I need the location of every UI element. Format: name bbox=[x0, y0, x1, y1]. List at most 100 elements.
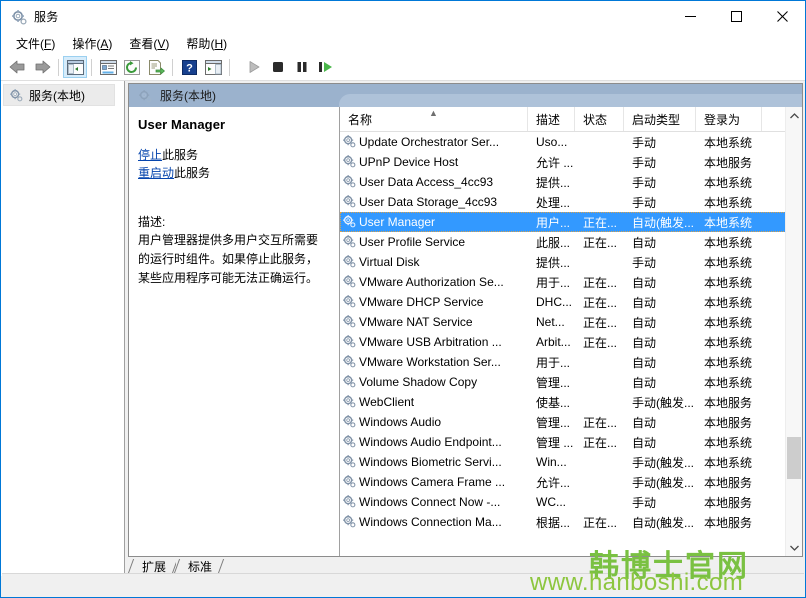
column-header-logon-as[interactable]: 登录为 bbox=[696, 107, 762, 131]
scroll-down-arrow-icon[interactable] bbox=[786, 539, 802, 556]
table-row[interactable]: Windows Connection Ma...根据...正在...自动(触发.… bbox=[340, 512, 802, 532]
table-row[interactable]: Virtual Disk提供...手动本地系统 bbox=[340, 252, 802, 272]
table-row[interactable]: User Profile Service此服...正在...自动本地系统 bbox=[340, 232, 802, 252]
close-button[interactable] bbox=[759, 1, 805, 32]
maximize-button[interactable] bbox=[713, 1, 759, 32]
table-row[interactable]: VMware Authorization Se...用于...正在...自动本地… bbox=[340, 272, 802, 292]
menu-action-label: 操作 bbox=[72, 37, 96, 51]
table-row[interactable]: Windows Audio管理...正在...自动本地服务 bbox=[340, 412, 802, 432]
cell-service-name: WebClient bbox=[340, 392, 528, 412]
services-gear-icon bbox=[342, 374, 356, 391]
cell-startup-type: 自动 bbox=[624, 292, 696, 312]
minimize-button[interactable] bbox=[667, 1, 713, 32]
cell-startup-type: 手动(触发... bbox=[624, 452, 696, 472]
menu-action[interactable]: 操作(A) bbox=[64, 33, 121, 54]
cell-logon-as: 本地服务 bbox=[696, 392, 762, 412]
cell-description: 处理... bbox=[528, 192, 575, 212]
cell-startup-type: 手动 bbox=[624, 492, 696, 512]
toolbar-separator-4 bbox=[229, 59, 230, 76]
table-row[interactable]: Windows Biometric Servi...Win...手动(触发...… bbox=[340, 452, 802, 472]
description-text: 用户管理器提供多用户交互所需要的运行时组件。如果停止此服务，某些应用程序可能无法… bbox=[138, 231, 329, 288]
cell-service-name: Virtual Disk bbox=[340, 252, 528, 272]
cell-status: 正在... bbox=[575, 332, 624, 352]
column-header-description[interactable]: 描述 bbox=[528, 107, 575, 131]
column-header-status[interactable]: 状态 bbox=[575, 107, 624, 131]
sort-ascending-icon: ▲ bbox=[429, 108, 438, 118]
service-name-label: VMware USB Arbitration ... bbox=[359, 335, 502, 349]
scrollbar-thumb[interactable] bbox=[787, 437, 801, 479]
scroll-up-arrow-icon[interactable] bbox=[786, 107, 802, 124]
cell-service-name: VMware Authorization Se... bbox=[340, 272, 528, 292]
list-vertical-scrollbar[interactable] bbox=[785, 107, 802, 556]
cell-startup-type: 手动 bbox=[624, 132, 696, 152]
action-pane-button[interactable] bbox=[201, 56, 225, 78]
restart-service-line: 重启动此服务 bbox=[138, 164, 329, 182]
service-name-label: Volume Shadow Copy bbox=[359, 375, 477, 389]
table-row[interactable]: Windows Camera Frame ...允许...手动(触发...本地服… bbox=[340, 472, 802, 492]
show-console-tree-icon-button[interactable] bbox=[63, 56, 87, 78]
services-gear-icon bbox=[342, 334, 356, 351]
list-column-headers: 名称 ▲ 描述 状态 启动类型 登录为 bbox=[340, 107, 802, 132]
column-header-name[interactable]: 名称 ▲ bbox=[340, 107, 528, 131]
cell-description: 使基... bbox=[528, 392, 575, 412]
menu-help[interactable]: 帮助(H) bbox=[178, 33, 236, 54]
cell-description: 此服... bbox=[528, 232, 575, 252]
help-question-icon-button[interactable]: ? bbox=[177, 56, 201, 78]
cell-startup-type: 自动 bbox=[624, 332, 696, 352]
table-row[interactable]: User Data Access_4cc93提供...手动本地系统 bbox=[340, 172, 802, 192]
services-gear-icon bbox=[342, 414, 356, 431]
cell-description: Net... bbox=[528, 312, 575, 332]
start-service-button[interactable] bbox=[242, 56, 266, 78]
menu-view-label: 查看 bbox=[129, 37, 153, 51]
table-row[interactable]: VMware Workstation Ser...用于...自动本地系统 bbox=[340, 352, 802, 372]
stop-service-button[interactable] bbox=[266, 56, 290, 78]
cell-service-name: Windows Camera Frame ... bbox=[340, 472, 528, 492]
results-pane-header: 服务(本地) bbox=[129, 84, 802, 107]
tab-standard-label: 标准 bbox=[188, 560, 212, 574]
cell-service-name: VMware NAT Service bbox=[340, 312, 528, 332]
cell-status: 正在... bbox=[575, 412, 624, 432]
cell-status bbox=[575, 492, 624, 512]
table-row[interactable]: VMware USB Arbitration ...Arbit...正在...自… bbox=[340, 332, 802, 352]
menu-view-accel: V bbox=[157, 37, 165, 51]
cell-description: 允许 ... bbox=[528, 152, 575, 172]
restart-service-link[interactable]: 重启动 bbox=[138, 166, 174, 180]
pause-service-button[interactable] bbox=[290, 56, 314, 78]
cell-status: 正在... bbox=[575, 312, 624, 332]
table-row[interactable]: Update Orchestrator Ser...Uso...手动本地系统 bbox=[340, 132, 802, 152]
export-list-button[interactable] bbox=[144, 56, 168, 78]
menu-view[interactable]: 查看(V) bbox=[121, 33, 178, 54]
cell-service-name: User Data Storage_4cc93 bbox=[340, 192, 528, 212]
stop-service-link[interactable]: 停止 bbox=[138, 148, 162, 162]
table-row[interactable]: VMware DHCP ServiceDHC...正在...自动本地系统 bbox=[340, 292, 802, 312]
column-header-logon-as-label: 登录为 bbox=[704, 111, 740, 128]
cell-description: 提供... bbox=[528, 172, 575, 192]
cell-startup-type: 手动(触发... bbox=[624, 472, 696, 492]
column-header-name-label: 名称 bbox=[348, 111, 372, 128]
cell-description: 根据... bbox=[528, 512, 575, 532]
cell-logon-as: 本地系统 bbox=[696, 312, 762, 332]
tree-item-services-local[interactable]: 服务(本地) bbox=[3, 84, 115, 106]
services-gear-icon bbox=[342, 514, 356, 531]
cell-description: 管理 ... bbox=[528, 432, 575, 452]
table-row[interactable]: Windows Connect Now -...WC...手动本地服务 bbox=[340, 492, 802, 512]
refresh-button[interactable] bbox=[120, 56, 144, 78]
table-row[interactable]: Volume Shadow Copy管理...自动本地系统 bbox=[340, 372, 802, 392]
table-row[interactable]: User Data Storage_4cc93处理...手动本地系统 bbox=[340, 192, 802, 212]
table-row[interactable]: WebClient使基...手动(触发...本地服务 bbox=[340, 392, 802, 412]
table-row[interactable]: Windows Audio Endpoint...管理 ...正在...自动本地… bbox=[340, 432, 802, 452]
table-row[interactable]: UPnP Device Host允许 ...手动本地服务 bbox=[340, 152, 802, 172]
restart-service-button[interactable] bbox=[314, 56, 338, 78]
table-row[interactable]: User Manager用户...正在...自动(触发...本地系统 bbox=[340, 212, 802, 232]
results-pane: 服务(本地) User Manager 停止此服务 重启动此服务 描述: bbox=[125, 81, 805, 576]
menu-file[interactable]: 文件(F) bbox=[8, 33, 64, 54]
services-gear-icon bbox=[342, 194, 356, 211]
column-header-startup-type[interactable]: 启动类型 bbox=[624, 107, 696, 131]
window-title: 服务 bbox=[34, 8, 58, 25]
stop-service-suffix: 此服务 bbox=[162, 148, 198, 162]
back-button[interactable] bbox=[6, 56, 30, 78]
cell-logon-as: 本地系统 bbox=[696, 432, 762, 452]
properties-button[interactable] bbox=[96, 56, 120, 78]
forward-button[interactable] bbox=[30, 56, 54, 78]
table-row[interactable]: VMware NAT ServiceNet...正在...自动本地系统 bbox=[340, 312, 802, 332]
